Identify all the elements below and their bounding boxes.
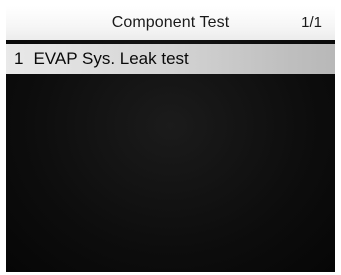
scan-tool-device: Component Test 1/1 1 EVAP Sys. Leak test [0, 0, 341, 275]
page-title: Component Test [111, 14, 230, 31]
menu-list: 1 EVAP Sys. Leak test [6, 44, 335, 74]
menu-item-evap-leak-test[interactable]: 1 EVAP Sys. Leak test [6, 44, 335, 74]
title-bar: Component Test 1/1 [6, 6, 335, 40]
menu-item-label: EVAP Sys. Leak test [33, 49, 189, 68]
lcd-screen: Component Test 1/1 1 EVAP Sys. Leak test [6, 6, 335, 272]
page-indicator: 1/1 [301, 14, 322, 31]
menu-item-index: 1 [14, 49, 24, 68]
